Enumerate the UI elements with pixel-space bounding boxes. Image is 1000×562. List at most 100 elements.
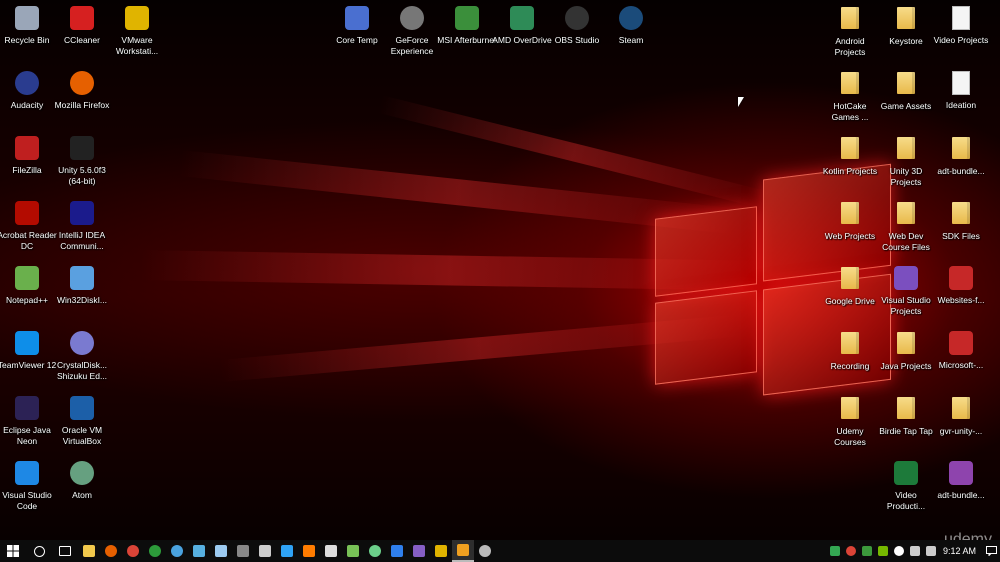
taskbar-app-button[interactable]: [276, 540, 298, 562]
desktop-shortcut[interactable]: Birdie Tap Tap: [876, 395, 936, 437]
desktop-shortcut[interactable]: IntelliJ IDEA Communi...: [52, 200, 112, 252]
desktop-shortcut[interactable]: Oracle VM VirtualBox: [52, 395, 112, 447]
desktop-shortcut-label: Kotlin Projects: [822, 166, 878, 176]
taskbar-app-button[interactable]: [78, 540, 100, 562]
taskbar-app-button[interactable]: [430, 540, 452, 562]
taskbar-app-button[interactable]: [298, 540, 320, 562]
desktop-shortcut[interactable]: Google Drive: [820, 265, 880, 307]
desktop-shortcut[interactable]: Acrobat Reader DC: [0, 200, 57, 252]
desktop-shortcut[interactable]: TeamViewer 12: [0, 330, 57, 371]
desktop-shortcut[interactable]: Mozilla Firefox: [52, 70, 112, 111]
download-icon: [391, 545, 403, 557]
desktop-shortcut[interactable]: Web Dev Course Files: [876, 200, 936, 253]
vscode-icon: [14, 461, 40, 487]
desktop-shortcut-label: Mozilla Firefox: [54, 100, 110, 110]
desktop-shortcut[interactable]: AMD OverDrive: [492, 5, 552, 46]
taskbar-app-button[interactable]: [474, 540, 496, 562]
taskbar-app-button[interactable]: [386, 540, 408, 562]
desktop-shortcut[interactable]: Visual Studio Projects: [876, 265, 936, 317]
desktop-shortcut[interactable]: Audacity: [0, 70, 57, 111]
obs-icon: [564, 6, 590, 32]
illustrator-icon: [303, 545, 315, 557]
acrobat-icon: [14, 201, 40, 227]
desktop-shortcut[interactable]: Unity 3D Projects: [876, 135, 936, 188]
desktop-shortcut-label: Birdie Tap Tap: [879, 426, 933, 436]
desktop-shortcut[interactable]: CCleaner: [52, 5, 112, 46]
atom-icon: [69, 461, 95, 487]
taskbar-app-button[interactable]: [408, 540, 430, 562]
desktop-shortcut-label: Unity 5.6.0f3 (64-bit): [58, 165, 106, 186]
taskbar-app-button[interactable]: [52, 540, 78, 562]
taskbar-app-button[interactable]: [232, 540, 254, 562]
desktop-shortcut[interactable]: Video Producti...: [876, 460, 936, 512]
taskbar-app-button[interactable]: [100, 540, 122, 562]
folder-icon: [837, 7, 863, 33]
desktop-shortcut[interactable]: Unity 5.6.0f3 (64-bit): [52, 135, 112, 187]
green-app-icon[interactable]: [861, 546, 872, 556]
desktop-shortcut[interactable]: Win32DiskI...: [52, 265, 112, 306]
desktop-shortcut[interactable]: GeForce Experience: [382, 5, 442, 57]
taskbar-app-button[interactable]: [342, 540, 364, 562]
desktop-shortcut[interactable]: HotCake Games ...: [820, 70, 880, 123]
desktop-shortcut[interactable]: OBS Studio: [547, 5, 607, 46]
desktop-shortcut[interactable]: FileZilla: [0, 135, 57, 176]
taskbar-app-button[interactable]: [452, 540, 474, 562]
desktop-shortcut[interactable]: Eclipse Java Neon: [0, 395, 57, 447]
taskbar-app-button[interactable]: [144, 540, 166, 562]
desktop-shortcut[interactable]: adt-bundle...: [931, 460, 991, 501]
taskbar-app-button[interactable]: [364, 540, 386, 562]
obs-icon: [479, 545, 491, 557]
desktop-shortcut-label: Ideation: [945, 100, 977, 110]
desktop-shortcut[interactable]: Video Projects: [931, 5, 991, 46]
desktop-shortcut[interactable]: VMware Workstati...: [107, 5, 167, 57]
desktop-shortcut[interactable]: Core Temp: [327, 5, 387, 46]
desktop-shortcut[interactable]: Microsoft-...: [931, 330, 991, 371]
desktop-shortcut-label: Video Producti...: [886, 490, 926, 511]
desktop-shortcut-label: Notepad++: [5, 295, 49, 305]
desktop-shortcut[interactable]: adt-bundle...: [931, 135, 991, 177]
folder-icon: [837, 137, 863, 163]
desktop-shortcut[interactable]: Kotlin Projects: [820, 135, 880, 177]
taskbar-app-button[interactable]: [188, 540, 210, 562]
desktop-shortcut[interactable]: Notepad++: [0, 265, 57, 306]
taskbar-app-button[interactable]: [320, 540, 342, 562]
taskbar-app-button[interactable]: [122, 540, 144, 562]
desktop-shortcut-label: gvr-unity-...: [939, 426, 983, 436]
globe-icon: [171, 545, 183, 557]
desktop-shortcut[interactable]: gvr-unity-...: [931, 395, 991, 437]
nvidia-icon[interactable]: [877, 546, 888, 556]
desktop-shortcut[interactable]: Java Projects: [876, 330, 936, 372]
taskbar-app-button[interactable]: [210, 540, 232, 562]
desktop-shortcut-label: AMD OverDrive: [492, 35, 552, 45]
desktop-shortcut[interactable]: Web Projects: [820, 200, 880, 242]
start-button[interactable]: [0, 540, 26, 562]
cloud-icon[interactable]: [893, 546, 904, 556]
volume-icon[interactable]: [925, 546, 936, 556]
desktop-shortcut[interactable]: CrystalDisk... Shizuku Ed...: [52, 330, 112, 382]
taskbar-app-button[interactable]: [166, 540, 188, 562]
battery-icon[interactable]: [909, 546, 920, 556]
desktop-shortcut[interactable]: Udemy Courses: [820, 395, 880, 448]
taskbar-app-button[interactable]: [26, 540, 52, 562]
taskbar-app-button[interactable]: [254, 540, 276, 562]
desktop-shortcut-label: Steam: [618, 35, 644, 45]
desktop-shortcut[interactable]: SDK Files: [931, 200, 991, 242]
desktop-shortcut[interactable]: Steam: [601, 5, 661, 46]
desktop-shortcut[interactable]: Game Assets: [876, 70, 936, 112]
desktop-shortcut[interactable]: MSI Afterburner: [437, 5, 497, 46]
desktop-shortcut[interactable]: Keystore: [876, 5, 936, 47]
desktop-shortcut-label: SDK Files: [942, 231, 980, 241]
google-drive-icon[interactable]: [829, 546, 840, 556]
action-center-button[interactable]: [982, 540, 1000, 562]
desktop-shortcut-label: adt-bundle...: [937, 490, 985, 500]
clock[interactable]: 9:12 AM: [943, 546, 976, 556]
desktop-shortcut[interactable]: Android Projects: [820, 5, 880, 58]
desktop-shortcut[interactable]: Ideation: [931, 70, 991, 111]
desktop-shortcut[interactable]: Websites-f...: [931, 265, 991, 306]
folder-icon: [837, 202, 863, 228]
desktop-shortcut[interactable]: Atom: [52, 460, 112, 501]
desktop-shortcut[interactable]: Recording: [820, 330, 880, 372]
chrome-tray-icon[interactable]: [845, 546, 856, 556]
desktop-shortcut[interactable]: Visual Studio Code: [0, 460, 57, 512]
desktop-shortcut[interactable]: Recycle Bin: [0, 5, 57, 46]
